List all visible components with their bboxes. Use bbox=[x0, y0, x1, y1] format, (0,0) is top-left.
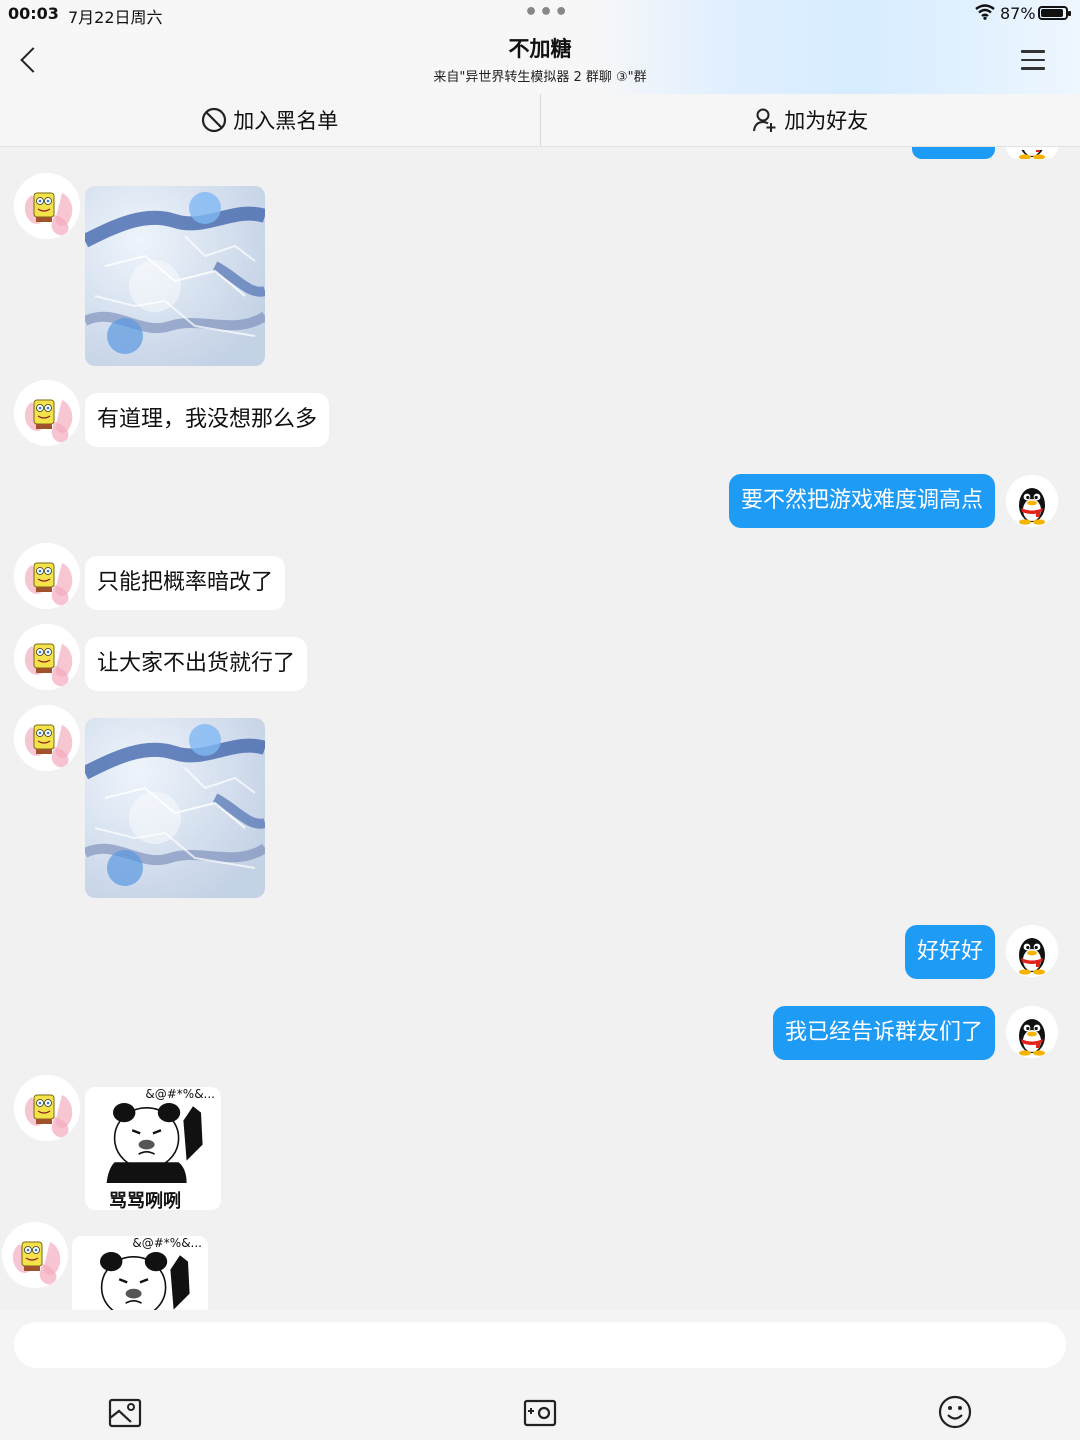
avatar[interactable] bbox=[14, 380, 80, 446]
sticker-message[interactable]: &@#*%&... 骂骂咧咧 bbox=[85, 1087, 221, 1210]
add-friend-button[interactable]: 加为好友 bbox=[539, 94, 1080, 146]
input-bar bbox=[0, 1310, 1080, 1440]
message-input[interactable] bbox=[14, 1322, 1066, 1368]
wifi-icon bbox=[975, 4, 995, 20]
chat-title: 不加糖 bbox=[508, 37, 572, 61]
menu-icon-line bbox=[1021, 67, 1045, 70]
sticker-caption: 骂骂咧咧 bbox=[109, 1191, 181, 1210]
message-bubble[interactable]: 只能把概率暗改了 bbox=[85, 556, 286, 610]
menu-button[interactable] bbox=[1021, 50, 1045, 70]
avatar[interactable] bbox=[1006, 475, 1058, 527]
previous-message-avatar[interactable] bbox=[1006, 147, 1058, 159]
avatar[interactable] bbox=[1006, 1006, 1058, 1058]
menu-icon-line bbox=[1021, 58, 1045, 61]
avatar[interactable] bbox=[14, 705, 80, 771]
blacklist-button[interactable]: 加入黑名单 bbox=[0, 94, 540, 146]
avatar[interactable] bbox=[14, 624, 80, 690]
action-bar: 加入黑名单 加为好友 bbox=[0, 94, 1080, 147]
battery-percent: 87% bbox=[1000, 4, 1036, 23]
avatar[interactable] bbox=[14, 173, 80, 239]
image-message[interactable] bbox=[85, 186, 265, 366]
sticker-top-text: &@#*%&... bbox=[145, 1087, 215, 1101]
previous-message-bubble[interactable] bbox=[912, 147, 995, 159]
avatar[interactable] bbox=[14, 543, 80, 609]
battery-icon bbox=[1038, 6, 1071, 20]
message-bubble[interactable]: 要不然把游戏难度调高点 bbox=[728, 474, 995, 528]
message-bubble[interactable]: 我已经告诉群友们了 bbox=[772, 1006, 995, 1060]
add-friend-label: 加为好友 bbox=[784, 109, 869, 133]
block-icon bbox=[202, 107, 227, 133]
message-bubble[interactable]: 有道理，我没想那么多 bbox=[85, 393, 330, 447]
sticker-top-text: &@#*%&... bbox=[132, 1236, 202, 1250]
menu-icon-line bbox=[1021, 50, 1045, 53]
sticker-message[interactable]: &@#*%&... bbox=[72, 1236, 208, 1310]
panda-sticker-image bbox=[105, 1101, 204, 1183]
chat-subtitle: 来自"异世界转生模拟器 2 群聊 ③"群 bbox=[433, 70, 647, 85]
message-bubble[interactable]: 好好好 bbox=[904, 925, 995, 979]
status-date: 7月22日周六 bbox=[68, 8, 163, 27]
multitask-dots[interactable]: ••• bbox=[524, 0, 569, 25]
blacklist-label: 加入黑名单 bbox=[233, 109, 339, 133]
emoji-icon[interactable] bbox=[937, 1394, 973, 1430]
status-time: 00:03 bbox=[8, 4, 59, 23]
add-user-icon bbox=[753, 108, 776, 132]
avatar[interactable] bbox=[1006, 925, 1058, 977]
photo-icon[interactable] bbox=[107, 1394, 143, 1430]
avatar[interactable] bbox=[14, 1075, 80, 1141]
image-message[interactable] bbox=[85, 718, 265, 898]
status-bar: 00:03 7月22日周六 ••• 87% bbox=[0, 0, 1080, 28]
camera-icon[interactable] bbox=[522, 1394, 558, 1430]
message-bubble[interactable]: 让大家不出货就行了 bbox=[85, 637, 308, 691]
avatar[interactable] bbox=[2, 1222, 68, 1288]
